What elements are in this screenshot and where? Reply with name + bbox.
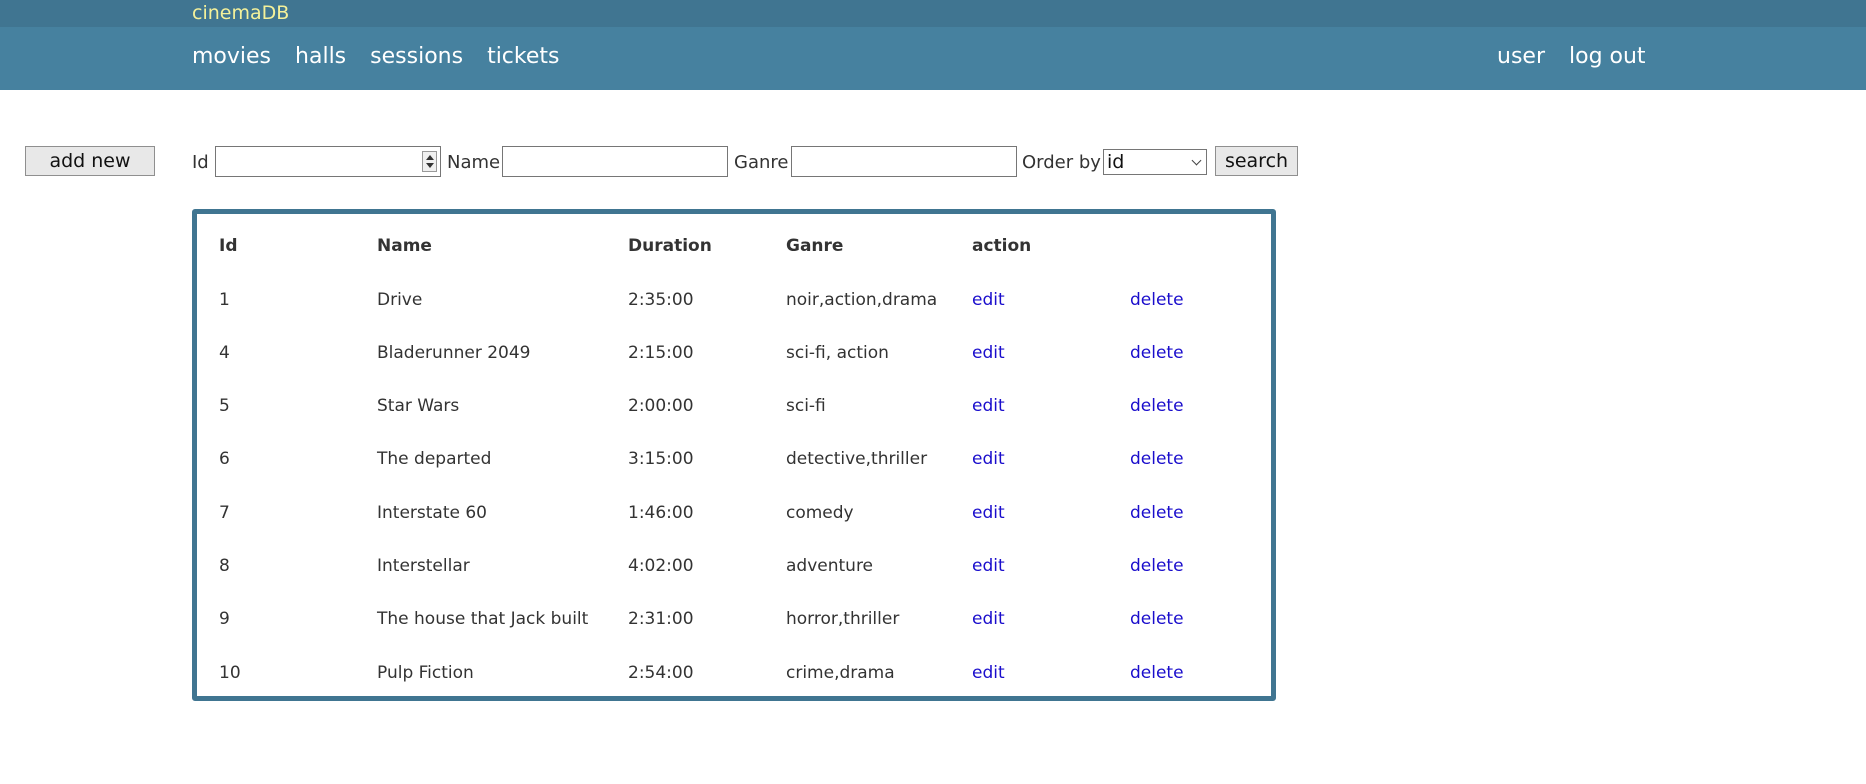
cell-name: Interstellar [377,556,470,576]
col-header-duration: Duration [628,236,712,256]
nav-left: movies halls sessions tickets [192,44,583,69]
nav-right: user log out [1497,44,1670,69]
cell-genre: crime,drama [786,663,895,683]
cell-name: The departed [377,449,492,469]
id-input[interactable] [215,146,441,177]
nav-movies[interactable]: movies [192,44,271,69]
cell-genre: adventure [786,556,874,576]
edit-link[interactable]: edit [972,449,1005,469]
movies-table: Id Name Duration Ganre action 1 Drive 2:… [192,209,1276,701]
spin-down-icon[interactable] [426,163,434,168]
search-button[interactable]: search [1215,146,1298,176]
spin-up-icon[interactable] [426,155,434,160]
edit-link[interactable]: edit [972,343,1005,363]
cell-duration: 1:46:00 [628,503,694,523]
order-by-select[interactable]: id [1103,149,1207,175]
name-label: Name [447,152,501,173]
cell-id: 8 [219,556,230,576]
cell-genre: horror,thriller [786,609,900,629]
cell-duration: 3:15:00 [628,449,694,469]
cell-id: 5 [219,396,230,416]
cell-name: The house that Jack built [377,609,589,629]
col-header-action: action [972,236,1032,256]
brand-logo[interactable]: cinemaDB [192,2,289,24]
cell-id: 1 [219,290,230,310]
col-header-name: Name [377,236,432,256]
col-header-id: Id [219,236,238,256]
top-bar: cinemaDB [0,0,1866,27]
id-label: Id [192,152,209,173]
cell-duration: 2:35:00 [628,290,694,310]
delete-link[interactable]: delete [1130,449,1184,469]
cell-name: Bladerunner 2049 [377,343,531,363]
delete-link[interactable]: delete [1130,663,1184,683]
cell-name: Star Wars [377,396,460,416]
nav-bar: movies halls sessions tickets user log o… [0,27,1866,90]
cell-duration: 2:15:00 [628,343,694,363]
order-by-label: Order by [1022,152,1101,173]
cell-duration: 4:02:00 [628,556,694,576]
genre-input[interactable] [791,146,1017,177]
cell-genre: detective,thriller [786,449,928,469]
order-by-value: id [1107,151,1125,173]
nav-user[interactable]: user [1497,44,1545,69]
nav-sessions[interactable]: sessions [370,44,463,69]
cell-duration: 2:54:00 [628,663,694,683]
delete-link[interactable]: delete [1130,290,1184,310]
add-new-button[interactable]: add new [25,146,155,176]
cell-id: 7 [219,503,230,523]
col-header-genre: Ganre [786,236,844,256]
cell-genre: noir,action,drama [786,290,938,310]
delete-link[interactable]: delete [1130,556,1184,576]
cell-name: Interstate 60 [377,503,488,523]
nav-log-out[interactable]: log out [1569,44,1646,69]
cell-duration: 2:31:00 [628,609,694,629]
cell-name: Pulp Fiction [377,663,474,683]
nav-tickets[interactable]: tickets [487,44,559,69]
cell-genre: comedy [786,503,854,523]
delete-link[interactable]: delete [1130,343,1184,363]
delete-link[interactable]: delete [1130,396,1184,416]
edit-link[interactable]: edit [972,503,1005,523]
genre-label: Ganre [734,152,789,173]
edit-link[interactable]: edit [972,609,1005,629]
nav-halls[interactable]: halls [295,44,346,69]
cell-genre: sci-fi [786,396,826,416]
edit-link[interactable]: edit [972,663,1005,683]
delete-link[interactable]: delete [1130,609,1184,629]
cell-genre: sci-fi, action [786,343,889,363]
cell-id: 9 [219,609,230,629]
cell-duration: 2:00:00 [628,396,694,416]
cell-id: 6 [219,449,230,469]
chevron-down-icon [1191,155,1202,166]
edit-link[interactable]: edit [972,556,1005,576]
edit-link[interactable]: edit [972,290,1005,310]
cell-id: 4 [219,343,230,363]
cell-id: 10 [219,663,241,683]
name-input[interactable] [502,146,728,177]
cell-name: Drive [377,290,423,310]
edit-link[interactable]: edit [972,396,1005,416]
delete-link[interactable]: delete [1130,503,1184,523]
id-spinner[interactable] [422,151,437,172]
